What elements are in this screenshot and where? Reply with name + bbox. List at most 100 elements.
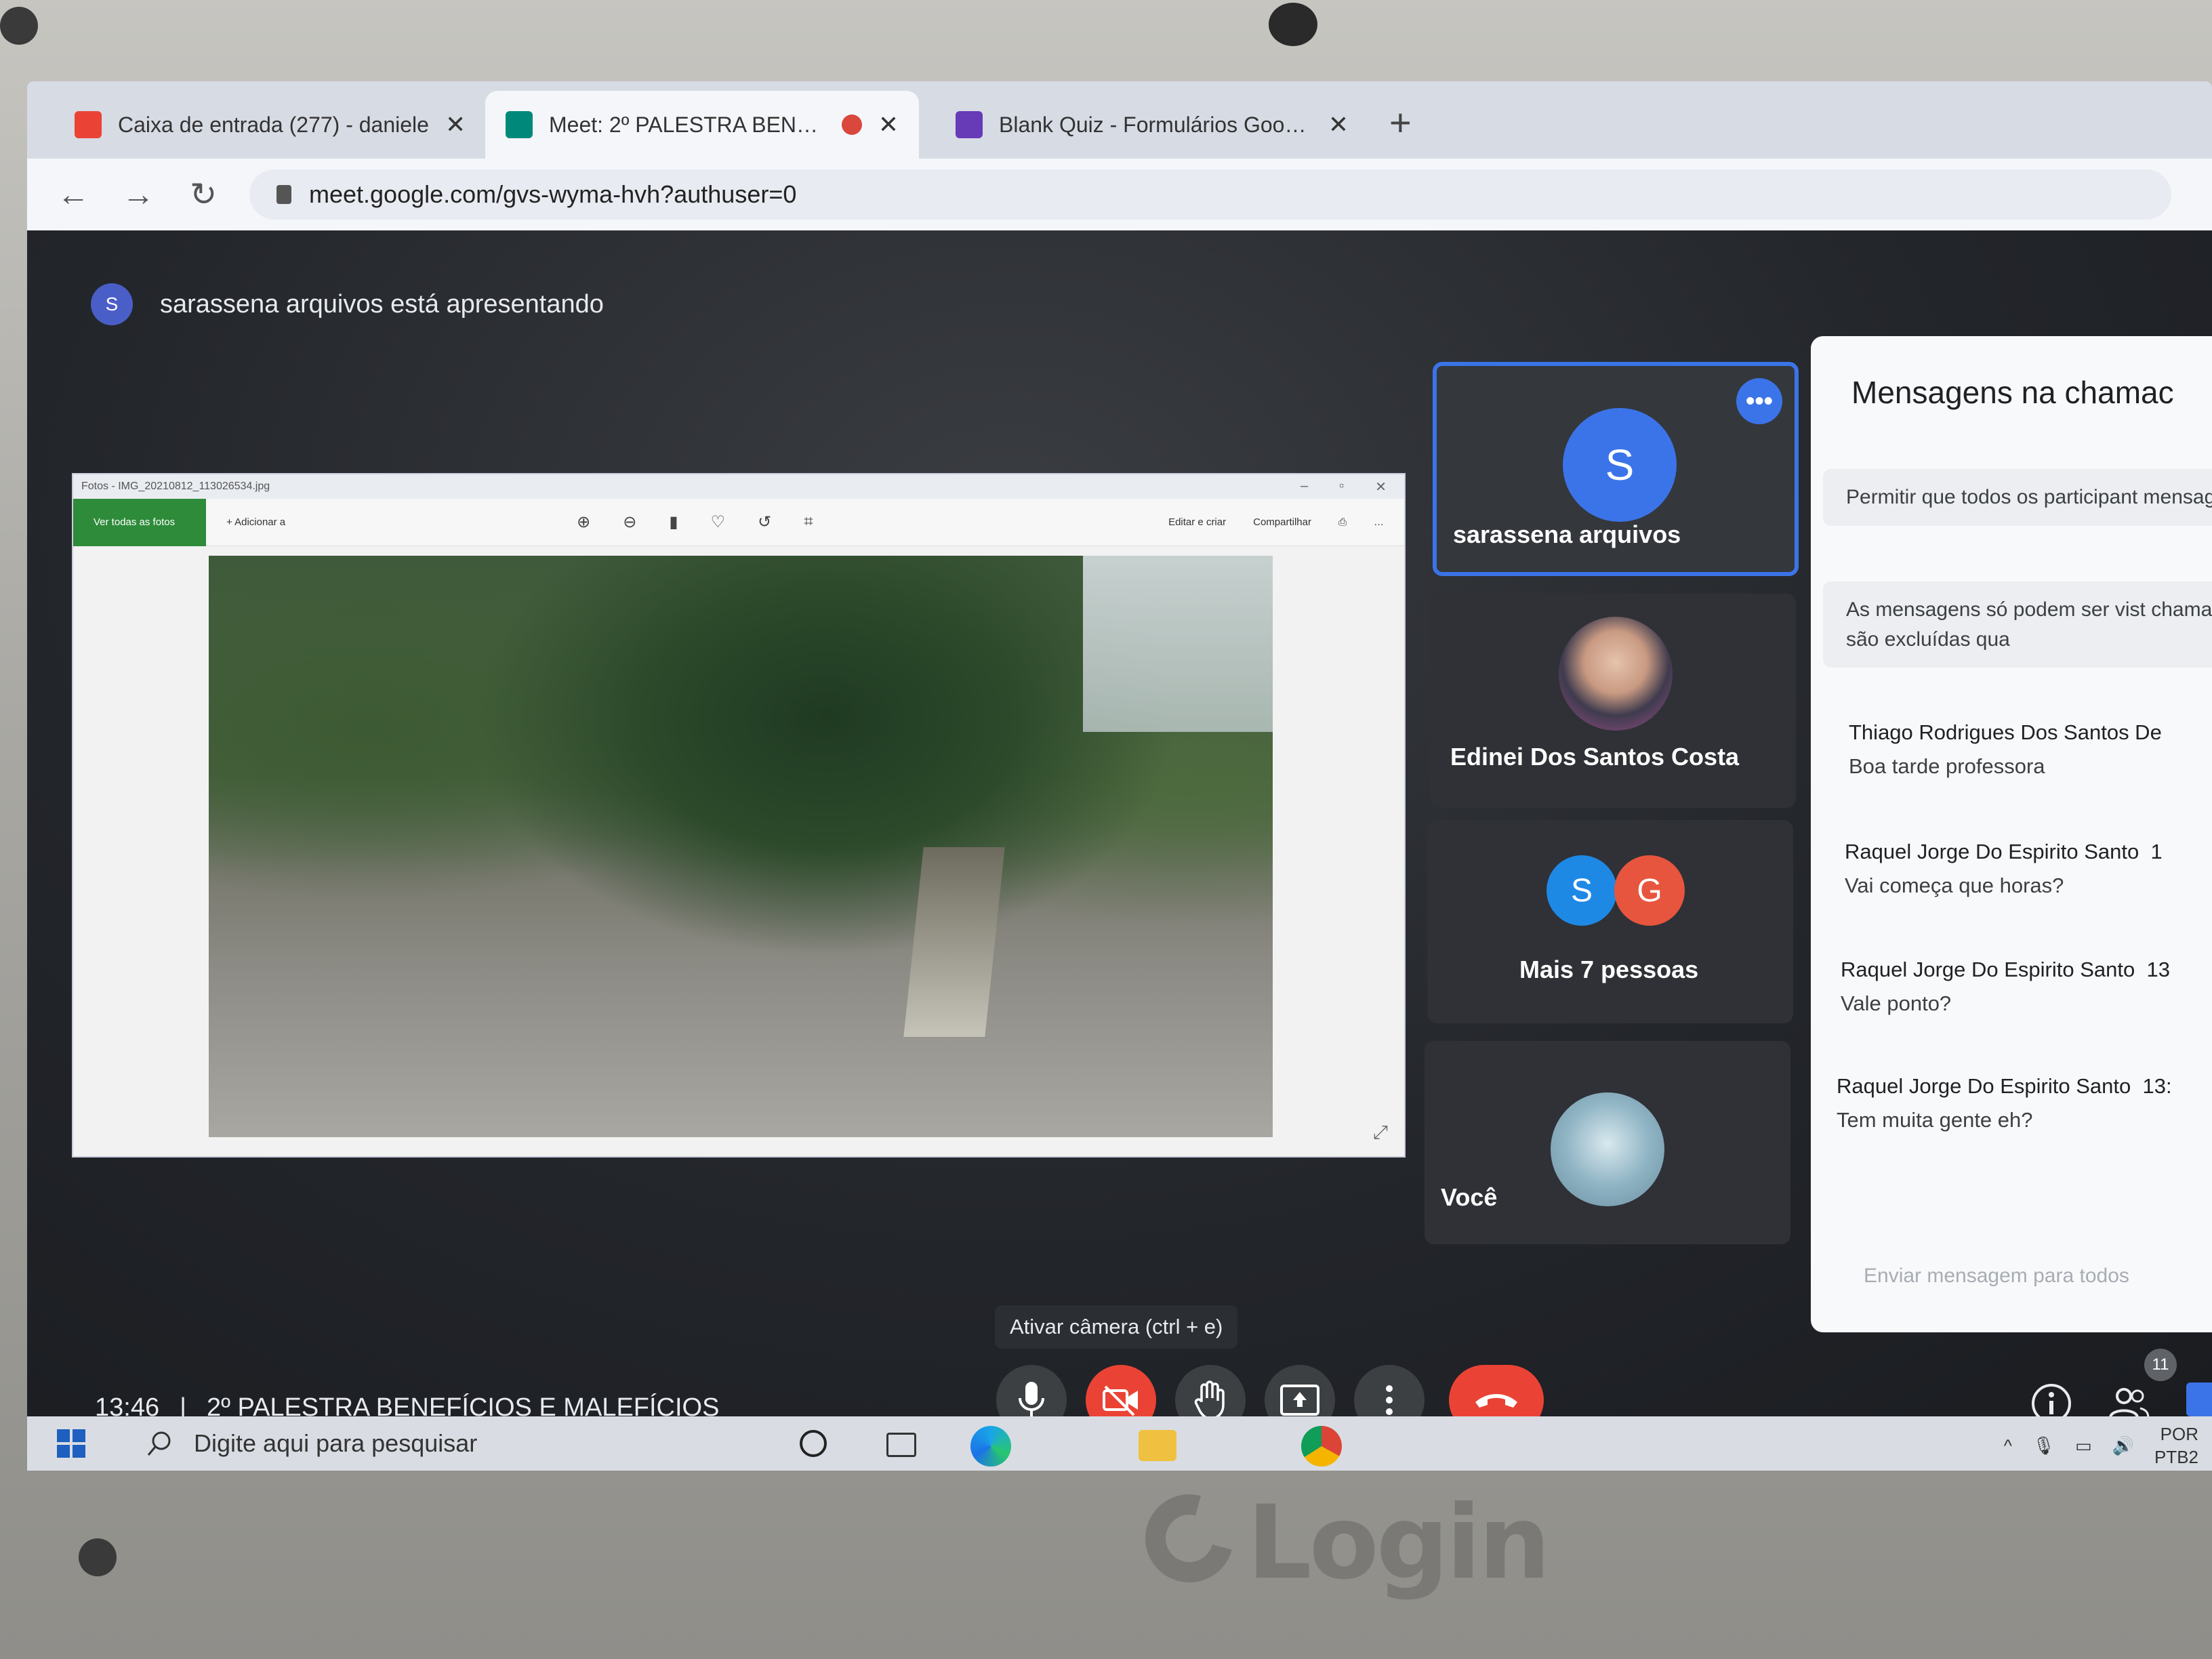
chat-input[interactable]: Enviar mensagem para todos [1864, 1265, 2129, 1288]
chat-sender: Thiago Rodrigues Dos Santos De [1849, 720, 2162, 744]
chat-sender: Raquel Jorge Do Espirito Santo [1841, 958, 2135, 981]
participant-name: Mais 7 pessoas [1519, 956, 1699, 983]
see-all-photos-button: Ver todas as fotos [73, 498, 206, 546]
tab-label: Meet: 2º PALESTRA BENEFICÍ [549, 112, 825, 137]
chat-message: Raquel Jorge Do Espirito Santo 1 Vai com… [1845, 835, 2163, 902]
present-screen-icon [1280, 1385, 1319, 1416]
chat-message: Raquel Jorge Do Espirito Santo 13 Vale p… [1841, 953, 2170, 1020]
edge-icon[interactable] [970, 1426, 1011, 1467]
search-placeholder: Digite aqui para pesquisar [194, 1429, 478, 1457]
participant-tile-presenter[interactable]: S ••• sarassena arquivos [1433, 362, 1799, 576]
maximize-icon: ▫ [1339, 478, 1345, 493]
chat-time: 1 [2150, 840, 2163, 863]
lock-icon [276, 185, 291, 204]
participant-avatar [1559, 617, 1673, 731]
chat-panel: Mensagens na chamac Permitir que todos o… [1811, 336, 2212, 1332]
gmail-icon [75, 111, 102, 138]
participant-name: Edinei Dos Santos Costa [1450, 743, 1740, 771]
presenting-text: sarassena arquivos está apresentando [160, 289, 604, 319]
laptop-screen: Caixa de entrada (277) - daniele ✕ Meet:… [27, 81, 2212, 1471]
bezel-screw [0, 7, 38, 45]
chrome-icon[interactable] [1301, 1426, 1342, 1467]
hand-icon [1194, 1380, 1225, 1420]
camera-tooltip: Ativar câmera (ctrl + e) [995, 1305, 1238, 1349]
url-field[interactable]: meet.google.com/gvs-wyma-hvh?authuser=0 [249, 169, 2171, 220]
favorite-icon: ♡ [710, 513, 726, 531]
zoom-in-icon: ⊕ [577, 513, 591, 531]
share-button: Compartilhar [1253, 516, 1311, 528]
battery-icon[interactable]: ▭ [2075, 1435, 2092, 1458]
chat-time: 13 [2146, 958, 2170, 981]
file-explorer-icon[interactable] [1139, 1430, 1176, 1461]
address-bar: ← → ↻ meet.google.com/gvs-wyma-hvh?authu… [27, 159, 2212, 230]
tab-gmail[interactable]: Caixa de entrada (277) - daniele ✕ [54, 91, 501, 159]
cortana-icon[interactable] [800, 1430, 827, 1457]
webcam [1269, 3, 1317, 46]
shared-window-title: Fotos - IMG_20210812_113026534.jpg [81, 480, 270, 492]
back-icon[interactable]: ← [54, 176, 92, 213]
microphone-icon [1019, 1382, 1044, 1418]
presenting-banner: S sarassena arquivos está apresentando [91, 283, 604, 325]
close-tab-icon[interactable]: ✕ [1328, 110, 1349, 139]
forms-icon [956, 111, 983, 138]
volume-icon[interactable]: 🔊 [2112, 1435, 2134, 1458]
more-vert-icon [1386, 1385, 1393, 1415]
windows-start-icon[interactable] [57, 1429, 85, 1458]
search-icon [147, 1431, 171, 1456]
tab-label: Caixa de entrada (277) - daniele [118, 112, 429, 137]
more-icon: … [1374, 516, 1384, 528]
chevron-up-icon[interactable]: ^ [2004, 1435, 2012, 1458]
chat-text: Tem muita gente eh? [1837, 1107, 2033, 1132]
more-options-icon[interactable]: ••• [1736, 378, 1782, 424]
chat-icon[interactable] [2186, 1382, 2212, 1416]
meet-stage: S sarassena arquivos está apresentando F… [27, 230, 2212, 1435]
keyboard-layout[interactable]: PTB2 [2154, 1446, 2198, 1469]
chat-message: Raquel Jorge Do Espirito Santo 13: Tem m… [1837, 1069, 2172, 1136]
chat-time: 13: [2142, 1074, 2172, 1098]
chat-title: Mensagens na chamac [1851, 375, 2174, 410]
crop-icon: ⌗ [804, 512, 813, 531]
forward-icon[interactable]: → [119, 176, 157, 213]
bezel-screw [79, 1538, 117, 1576]
tab-label: Blank Quiz - Formulários Google [999, 112, 1312, 137]
chat-text: Vale ponto? [1841, 991, 1952, 1015]
more-participants-tile[interactable]: S G Mais 7 pessoas [1427, 820, 1793, 1023]
chat-setting-note[interactable]: Permitir que todos os participant mensag… [1823, 469, 2212, 526]
participant-avatar: S [1547, 855, 1617, 926]
self-tile[interactable]: Você [1425, 1041, 1790, 1244]
expand-icon: ⤢ [1372, 1122, 1388, 1143]
add-to-button: Adicionar a [234, 516, 286, 528]
chat-message: Thiago Rodrigues Dos Santos De Boa tarde… [1849, 716, 2162, 783]
photos-toolbar: Ver todas as fotos + Adicionar a ⊕ ⊖ ▮ ♡… [73, 498, 1404, 546]
zoom-out-icon: ⊖ [623, 513, 637, 531]
meet-icon [506, 111, 533, 138]
task-view-icon[interactable] [886, 1433, 916, 1457]
edit-create-button: Editar e criar [1168, 516, 1227, 528]
close-icon: ✕ [1375, 479, 1387, 495]
reload-icon[interactable]: ↻ [184, 176, 222, 213]
recording-icon [841, 115, 862, 135]
shared-photo [209, 556, 1273, 1137]
tab-meet[interactable]: Meet: 2º PALESTRA BENEFICÍ ✕ [485, 91, 919, 159]
chat-info-note: As mensagens só podem ser vist chamada e… [1823, 581, 2212, 668]
chat-sender: Raquel Jorge Do Espirito Santo [1837, 1074, 2131, 1098]
participant-tile[interactable]: Edinei Dos Santos Costa [1430, 594, 1796, 808]
close-tab-icon[interactable]: ✕ [878, 110, 899, 139]
chat-text: Boa tarde professora [1849, 754, 2045, 778]
people-count-badge: 11 [2144, 1349, 2177, 1381]
url-text: meet.google.com/gvs-wyma-hvh?authuser=0 [309, 180, 797, 208]
minimize-icon: – [1300, 478, 1309, 493]
self-name: Você [1441, 1183, 1498, 1211]
close-tab-icon[interactable]: ✕ [445, 110, 466, 139]
new-tab-icon[interactable]: + [1389, 100, 1412, 144]
tab-forms[interactable]: Blank Quiz - Formulários Google ✕ [935, 91, 1369, 159]
camera-off-icon [1103, 1385, 1138, 1416]
delete-icon: ▮ [669, 513, 678, 531]
shared-window-titlebar: Fotos - IMG_20210812_113026534.jpg – ▫ ✕ [73, 474, 1404, 499]
taskbar-search[interactable]: Digite aqui para pesquisar [146, 1429, 743, 1458]
self-avatar [1551, 1092, 1664, 1206]
language-indicator[interactable]: POR [2154, 1423, 2198, 1446]
system-tray: ^ 🎙 ▭ 🔊 POR PTB2 [2004, 1423, 2198, 1469]
browser-tabbar: Caixa de entrada (277) - daniele ✕ Meet:… [27, 81, 2212, 159]
microphone-tray-icon: 🎙 [2032, 1435, 2055, 1456]
